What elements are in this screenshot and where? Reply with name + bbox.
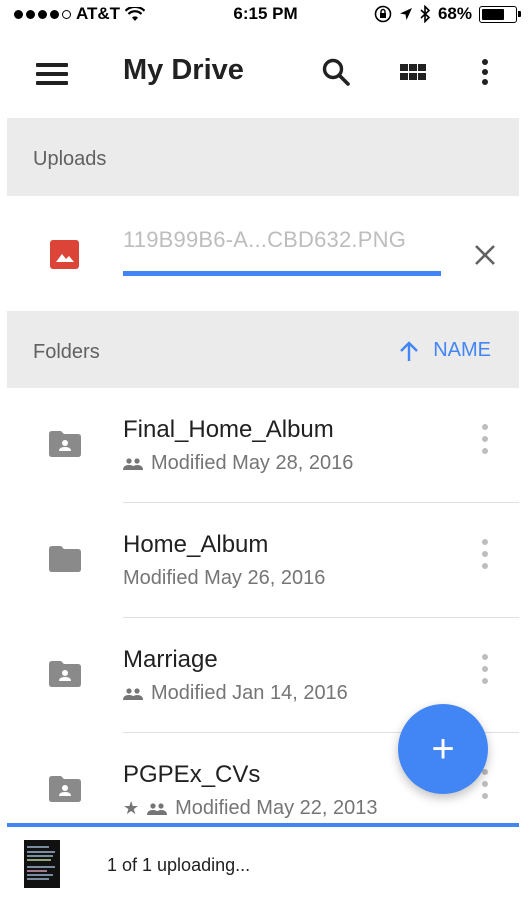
more-vert-icon[interactable] (470, 533, 500, 577)
close-icon[interactable] (470, 240, 500, 270)
shared-folder-icon (49, 431, 81, 457)
page-title: My Drive (123, 54, 244, 86)
upload-item[interactable]: 119B99B6-A...CBD632.PNG (0, 196, 531, 311)
sort-by-name-button[interactable]: NAME (399, 339, 491, 362)
upload-status-progress (7, 823, 519, 827)
folder-meta: ★ Modified May 22, 2013 (123, 797, 377, 820)
bluetooth-icon (420, 5, 431, 23)
battery-percent: 68% (437, 4, 472, 23)
folder-modified: Modified May 28, 2016 (151, 452, 354, 474)
uploads-section-header: Uploads (7, 118, 519, 196)
folders-label: Folders (33, 341, 100, 363)
shared-people-icon (123, 457, 143, 470)
folders-section-header: Folders NAME (7, 311, 519, 388)
folder-name: Marriage (123, 646, 218, 673)
folder-item-home-album[interactable]: Home_Album Modified May 26, 2016 (0, 503, 531, 618)
battery-icon (479, 5, 521, 23)
shared-folder-icon (49, 661, 81, 687)
search-icon[interactable] (316, 52, 356, 92)
upload-progress-bar (123, 271, 441, 276)
folder-meta: Modified May 28, 2016 (123, 452, 353, 475)
folder-meta: Modified Jan 14, 2016 (123, 682, 348, 705)
plus-icon: + (431, 727, 455, 771)
shared-folder-icon (49, 776, 81, 802)
shared-people-icon (147, 802, 168, 815)
more-vert-icon[interactable] (466, 52, 506, 92)
location-arrow-icon (399, 8, 412, 20)
uploads-label: Uploads (33, 148, 107, 170)
menu-icon[interactable] (36, 63, 68, 85)
folder-icon (49, 546, 81, 572)
shared-people-icon (123, 687, 143, 700)
folder-item-final-home-album[interactable]: Final_Home_Album Modified May 28, 2016 (0, 388, 531, 503)
folder-meta: Modified May 26, 2016 (123, 567, 325, 590)
image-icon (50, 240, 79, 269)
more-vert-icon[interactable] (470, 418, 500, 462)
new-item-fab-button[interactable]: + (398, 704, 488, 794)
arrow-up-icon (400, 340, 419, 361)
folder-modified: Modified May 26, 2016 (123, 567, 326, 589)
more-vert-icon[interactable] (470, 648, 500, 692)
upload-file-name: 119B99B6-A...CBD632.PNG (123, 227, 407, 252)
folder-name: Final_Home_Album (123, 416, 334, 443)
folder-name: Home_Album (123, 531, 269, 558)
folder-name: PGPEx_CVs (123, 761, 261, 788)
status-bar: AT&T 6:15 PM 68% (0, 0, 531, 30)
app-toolbar: My Drive (0, 30, 531, 118)
upload-status-text: 1 of 1 uploading... (107, 855, 251, 875)
upload-thumbnail (24, 840, 60, 888)
folder-modified: Modified Jan 14, 2016 (151, 682, 348, 704)
sort-label: NAME (433, 339, 491, 361)
rotation-lock-icon (374, 5, 392, 23)
upload-status-bar[interactable]: 1 of 1 uploading... (0, 823, 531, 913)
status-right: 68% (374, 4, 521, 24)
grid-view-icon[interactable] (392, 52, 432, 92)
folder-modified: Modified May 22, 2013 (175, 797, 378, 819)
star-icon: ★ (123, 798, 140, 818)
